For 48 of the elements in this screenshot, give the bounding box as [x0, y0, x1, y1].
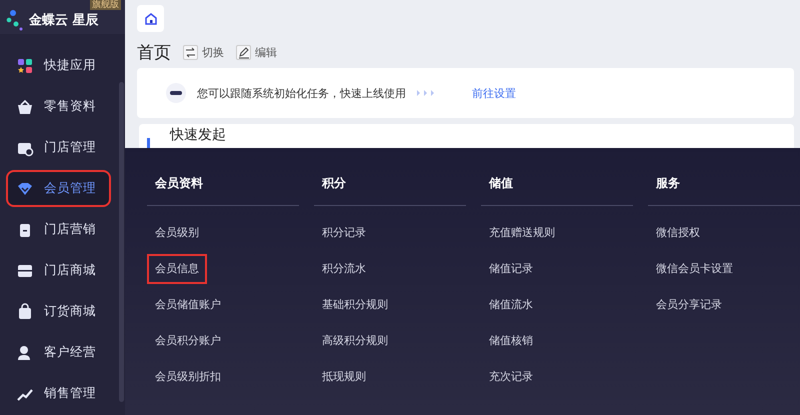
swap-icon: [183, 44, 198, 60]
notice-text: 您可以跟随系统初始化任务，快速上线使用: [197, 86, 406, 100]
menu-item-icon: [16, 56, 34, 74]
sidebar-item[interactable]: 门店营销: [6, 211, 111, 248]
menu-group-title: 服务: [648, 175, 800, 206]
sidebar-item[interactable]: 客户经营: [6, 334, 111, 371]
sidebar-item[interactable]: 销售管理: [6, 375, 111, 412]
menu-link[interactable]: 充次记录: [481, 362, 541, 392]
menu-link[interactable]: 会员级别: [147, 218, 207, 248]
sidebar-item[interactable]: 快捷应用: [6, 47, 111, 84]
menu-group-title: 积分: [314, 175, 466, 206]
menu-item-icon: [16, 302, 34, 320]
scrollbar[interactable]: [119, 82, 124, 402]
menu-link[interactable]: 储值核销: [481, 326, 541, 356]
sidebar-item[interactable]: 门店商城: [6, 252, 111, 289]
menu-link[interactable]: 抵现规则: [314, 362, 374, 392]
menu-link[interactable]: 积分流水: [314, 254, 374, 284]
menu-link[interactable]: 会员分享记录: [648, 290, 730, 320]
menu-link[interactable]: 积分记录: [314, 218, 374, 248]
menu-link[interactable]: 高级积分规则: [314, 326, 396, 356]
setup-link[interactable]: 前往设置: [472, 86, 516, 100]
home-icon: [144, 12, 158, 26]
sidebar-item[interactable]: 零售资料: [6, 88, 111, 125]
brand-name: 金蝶云 星辰: [29, 12, 99, 29]
menu-link[interactable]: 储值记录: [481, 254, 541, 284]
sidebar-item[interactable]: 订货商城: [6, 293, 111, 330]
toolbar-action[interactable]: 编辑: [236, 44, 277, 60]
menu-link[interactable]: 微信授权: [648, 218, 708, 248]
page-title: 首页: [137, 42, 171, 64]
menu-link[interactable]: 会员储值账户: [147, 290, 229, 320]
menu-group-title: 储值: [481, 175, 633, 206]
toolbar-action[interactable]: 切换: [183, 44, 224, 60]
chevrons-icon: [416, 90, 434, 96]
sidebar-item[interactable]: 门店管理: [6, 129, 111, 166]
pencil-icon: [236, 44, 251, 60]
sidebar-item[interactable]: 会员管理: [6, 170, 111, 207]
section-title: 快速发起: [170, 126, 226, 144]
menu-link[interactable]: 基础积分规则: [314, 290, 396, 320]
menu-link[interactable]: 储值流水: [481, 290, 541, 320]
menu-link[interactable]: 会员积分账户: [147, 326, 229, 356]
menu-item-icon: [16, 98, 34, 116]
home-tab[interactable]: [137, 5, 164, 32]
menu-link[interactable]: 充值赠送规则: [481, 218, 563, 248]
menu-link[interactable]: 会员信息: [147, 254, 207, 284]
menu-link[interactable]: 会员级别折扣: [147, 362, 229, 392]
menu-link[interactable]: 微信会员卡设置: [648, 254, 741, 284]
notice-icon: [165, 82, 187, 104]
menu-group-title: 会员资料: [147, 175, 299, 206]
